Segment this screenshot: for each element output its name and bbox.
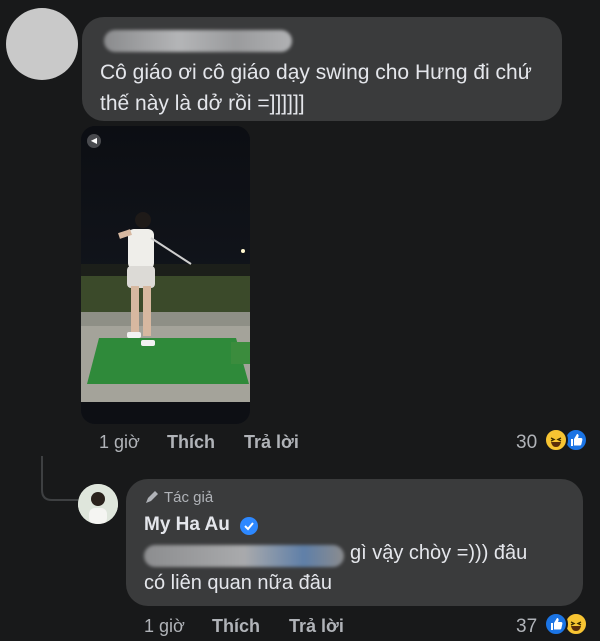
comment-bubble: Cô giáo ơi cô giáo dạy swing cho Hưng đi… [82, 17, 562, 121]
author-name[interactable]: My Ha Au [144, 514, 230, 536]
reply-button[interactable]: Trả lời [244, 432, 299, 453]
reactions[interactable] [544, 428, 590, 454]
reply-reactions[interactable] [544, 612, 590, 638]
reply-like-button[interactable]: Thích [212, 616, 260, 637]
comment-time[interactable]: 1 giờ [99, 432, 140, 453]
reply-text-line2: có liên quan nữa đâu [144, 572, 332, 594]
author-badge: Tác giả [144, 489, 213, 506]
thread-connector [41, 456, 78, 501]
attached-video[interactable]: ◀ [81, 126, 250, 424]
reply-reaction-count[interactable]: 37 [516, 616, 537, 638]
video-frame [81, 126, 250, 424]
reply-bubble: Tác giả My Ha Au gì vậy chòy =))) đâu có… [126, 479, 583, 606]
speaker-icon[interactable]: ◀ [87, 134, 101, 148]
comment-actions: 1 giờ Thích Trả lời [99, 432, 339, 454]
mentioned-name-redacted[interactable] [144, 545, 344, 567]
like-reaction-icon [544, 612, 568, 636]
reaction-count[interactable]: 30 [516, 432, 537, 454]
reply-text-line1: gì vậy chòy =))) đâu [350, 542, 528, 564]
reply-reply-button[interactable]: Trả lời [289, 616, 344, 637]
comment-text: Cô giáo ơi cô giáo dạy swing cho Hưng đi… [100, 61, 532, 115]
commenter-avatar[interactable] [6, 8, 78, 80]
author-avatar[interactable] [78, 484, 118, 524]
author-badge-label: Tác giả [164, 489, 214, 506]
reply-time[interactable]: 1 giờ [144, 616, 185, 637]
commenter-name-redacted[interactable] [104, 30, 292, 52]
verified-badge-icon [240, 517, 258, 535]
haha-reaction-icon [544, 428, 568, 452]
reply-actions: 1 giờ Thích Trả lời [144, 616, 384, 638]
pen-icon [146, 491, 158, 503]
like-button[interactable]: Thích [167, 432, 215, 453]
